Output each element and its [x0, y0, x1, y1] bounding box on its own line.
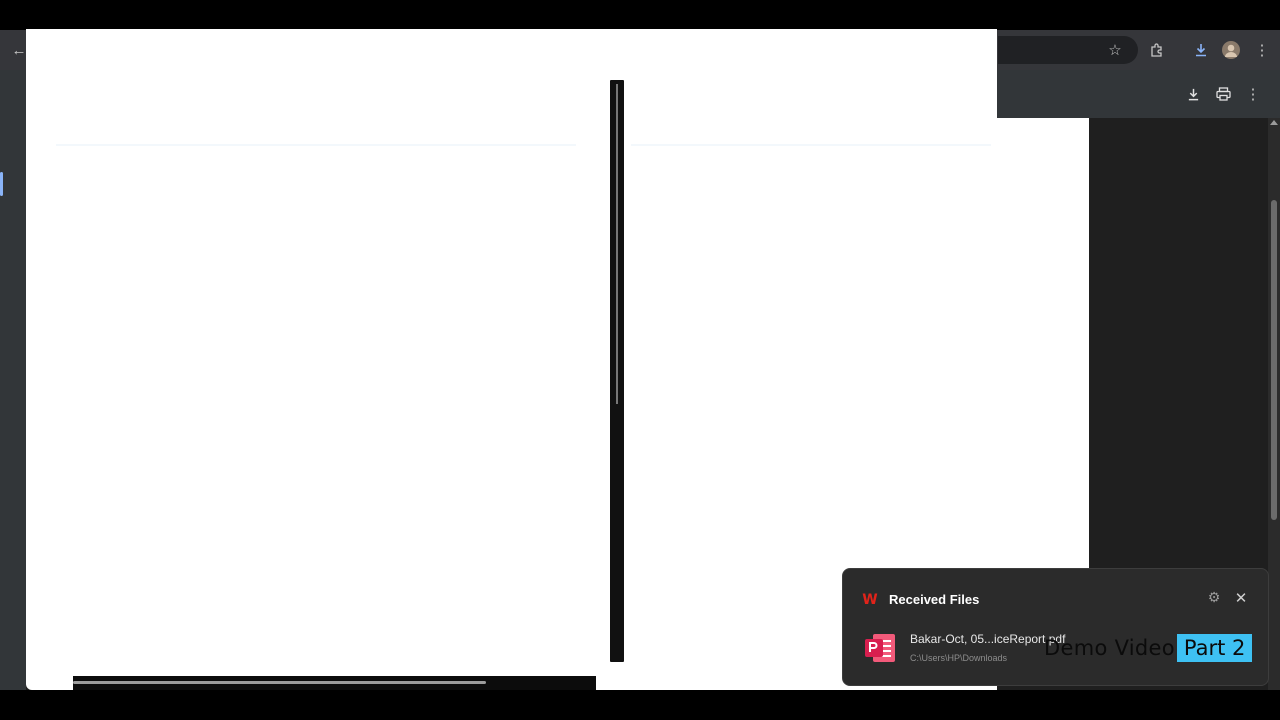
divider-line: [56, 144, 576, 146]
close-icon[interactable]: ✕: [1232, 589, 1250, 607]
avatar[interactable]: [1220, 39, 1242, 61]
vertical-scrollbar[interactable]: [1268, 118, 1280, 690]
screen: ← ☆ ⋮ ≡ ⋮: [0, 0, 1280, 720]
active-page-indicator: [0, 172, 3, 196]
star-icon[interactable]: ☆: [1104, 39, 1126, 61]
kebab-menu-icon[interactable]: ⋮: [1242, 83, 1264, 105]
video-caption: Demo Video Part 2: [1044, 634, 1253, 662]
received-files-notification[interactable]: W Received Files ⚙ ✕ Bakar-Oct, 05...ice…: [842, 568, 1269, 686]
pdf-page: [997, 118, 1089, 568]
progress-bar-fill: [73, 681, 486, 684]
caption-text: Demo Video: [1044, 636, 1175, 660]
split-handle-thumb: [616, 84, 618, 404]
pdf-app-icon[interactable]: [863, 632, 897, 664]
file-name[interactable]: Bakar-Oct, 05...iceReport.pdf: [910, 632, 1065, 646]
part-badge: Part 2: [1176, 634, 1253, 662]
download-icon[interactable]: [1182, 83, 1204, 105]
divider-line: [631, 144, 991, 146]
print-icon[interactable]: [1212, 83, 1234, 105]
app-logo-icon: W: [862, 592, 878, 608]
gear-icon[interactable]: ⚙: [1205, 589, 1223, 607]
scrollbar-thumb[interactable]: [1271, 200, 1277, 520]
kebab-menu-icon[interactable]: ⋮: [1251, 39, 1273, 61]
scroll-up-arrow[interactable]: [1270, 120, 1278, 125]
thumbnail-sidebar: [0, 70, 26, 690]
notification-title: Received Files: [889, 592, 980, 607]
puzzle-icon[interactable]: [1146, 39, 1168, 61]
file-path: C:\Users\HP\Downloads: [910, 653, 1008, 663]
split-handle[interactable]: [610, 80, 624, 662]
progress-bar[interactable]: [73, 676, 596, 690]
download-icon[interactable]: [1190, 39, 1212, 61]
